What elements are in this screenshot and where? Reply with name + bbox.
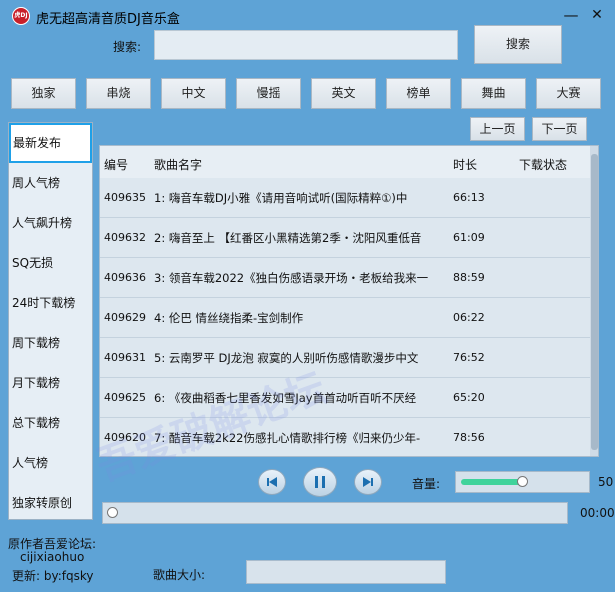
song-duration: 78:56: [453, 431, 485, 444]
update-info: 更新: by:fqsky: [12, 569, 94, 583]
table-row[interactable]: 409635 1: 嗨音车载DJ小雅《请用音响试听(国际精粹①)中 66:13: [100, 178, 590, 218]
volume-label: 音量:: [412, 477, 441, 491]
next-page-button[interactable]: 下一页: [532, 117, 587, 141]
sidebar-item-monthly-downloads[interactable]: 月下载榜: [9, 363, 92, 403]
progress-knob[interactable]: [107, 507, 118, 518]
category-button-dance[interactable]: 舞曲: [461, 78, 526, 109]
playback-time: 00:00: [580, 506, 615, 520]
scrollbar-thumb[interactable]: [591, 154, 598, 450]
app-logo-icon: 虎DJ: [12, 7, 30, 25]
search-input[interactable]: [154, 30, 458, 60]
header-title: 歌曲名字: [154, 158, 203, 172]
minimize-button[interactable]: —: [558, 4, 584, 26]
sidebar-item-rising[interactable]: 人气飙升榜: [9, 203, 92, 243]
volume-value: 50: [598, 475, 614, 489]
sidebar-item-exclusive-original[interactable]: 独家转原创: [9, 483, 92, 523]
sidebar-item-weekly-downloads[interactable]: 周下载榜: [9, 323, 92, 363]
category-button-chinese[interactable]: 中文: [161, 78, 226, 109]
song-title: 1: 嗨音车载DJ小雅《请用音响试听(国际精粹①)中: [154, 191, 408, 205]
progress-slider[interactable]: [102, 502, 568, 524]
play-pause-button[interactable]: [303, 467, 337, 497]
category-button-english[interactable]: 英文: [311, 78, 376, 109]
song-duration: 65:20: [453, 391, 485, 404]
category-button-slow-rock[interactable]: 慢摇: [236, 78, 301, 109]
category-button-charts[interactable]: 榜单: [386, 78, 451, 109]
sidebar-item-latest[interactable]: 最新发布: [9, 123, 92, 163]
sidebar-item-weekly-popular[interactable]: 周人气榜: [9, 163, 92, 203]
next-track-button[interactable]: [354, 469, 382, 495]
category-button-contest[interactable]: 大赛: [536, 78, 601, 109]
skip-previous-icon: [267, 477, 277, 487]
author-name: cijixiaohuo: [20, 550, 85, 564]
table-row[interactable]: 409629 4: 伦巴 情丝绕指柔-宝剑制作 06:22: [100, 298, 590, 338]
header-duration: 时长: [453, 158, 478, 172]
sidebar: 最新发布 周人气榜 人气飙升榜 SQ无损 24时下载榜 周下载榜 月下载榜 总下…: [8, 122, 93, 520]
song-size-field: [246, 560, 446, 584]
song-duration: 76:52: [453, 351, 485, 364]
song-id: 409632: [104, 231, 146, 244]
skip-next-icon: [363, 477, 373, 487]
sidebar-item-24h-downloads[interactable]: 24时下载榜: [9, 283, 92, 323]
close-button[interactable]: ✕: [584, 4, 610, 26]
song-duration: 06:22: [453, 311, 485, 324]
sidebar-item-popular[interactable]: 人气榜: [9, 443, 92, 483]
song-id: 409636: [104, 271, 146, 284]
song-title: 2: 嗨音至上 【红番区小黑精选第2季・沈阳风重低音: [154, 231, 422, 245]
pause-icon: [315, 476, 325, 488]
song-title: 3: 领音车载2022《独白伤感语录开场・老板给我来一: [154, 271, 429, 285]
song-id: 409635: [104, 191, 146, 204]
volume-slider[interactable]: [455, 471, 590, 493]
volume-fill: [461, 479, 523, 485]
table-scrollbar[interactable]: [590, 146, 598, 456]
song-duration: 66:13: [453, 191, 485, 204]
window-title: 虎无超高清音质DJ音乐盒: [36, 12, 180, 27]
song-size-label: 歌曲大小:: [153, 568, 206, 582]
sidebar-item-sq-lossless[interactable]: SQ无损: [9, 243, 92, 283]
song-id: 409625: [104, 391, 146, 404]
category-button-medley[interactable]: 串烧: [86, 78, 151, 109]
header-status: 下载状态: [519, 158, 568, 172]
table-row[interactable]: 409632 2: 嗨音至上 【红番区小黑精选第2季・沈阳风重低音 61:09: [100, 218, 590, 258]
song-title: 4: 伦巴 情丝绕指柔-宝剑制作: [154, 311, 304, 325]
song-duration: 61:09: [453, 231, 485, 244]
category-button-exclusive[interactable]: 独家: [11, 78, 76, 109]
prev-page-button[interactable]: 上一页: [470, 117, 525, 141]
header-id: 编号: [104, 158, 129, 172]
search-label: 搜索:: [113, 40, 142, 54]
volume-knob[interactable]: [517, 476, 528, 487]
search-button[interactable]: 搜索: [474, 25, 562, 64]
song-id: 409629: [104, 311, 146, 324]
prev-track-button[interactable]: [258, 469, 286, 495]
table-row[interactable]: 409631 5: 云南罗平 DJ龙泡 寂寞的人别听伤感情歌漫步中文 76:52: [100, 338, 590, 378]
sidebar-item-total-downloads[interactable]: 总下载榜: [9, 403, 92, 443]
table-row[interactable]: 409636 3: 领音车载2022《独白伤感语录开场・老板给我来一 88:59: [100, 258, 590, 298]
table-header: 编号 歌曲名字 时长 下载状态: [100, 146, 590, 179]
song-duration: 88:59: [453, 271, 485, 284]
song-id: 409631: [104, 351, 146, 364]
